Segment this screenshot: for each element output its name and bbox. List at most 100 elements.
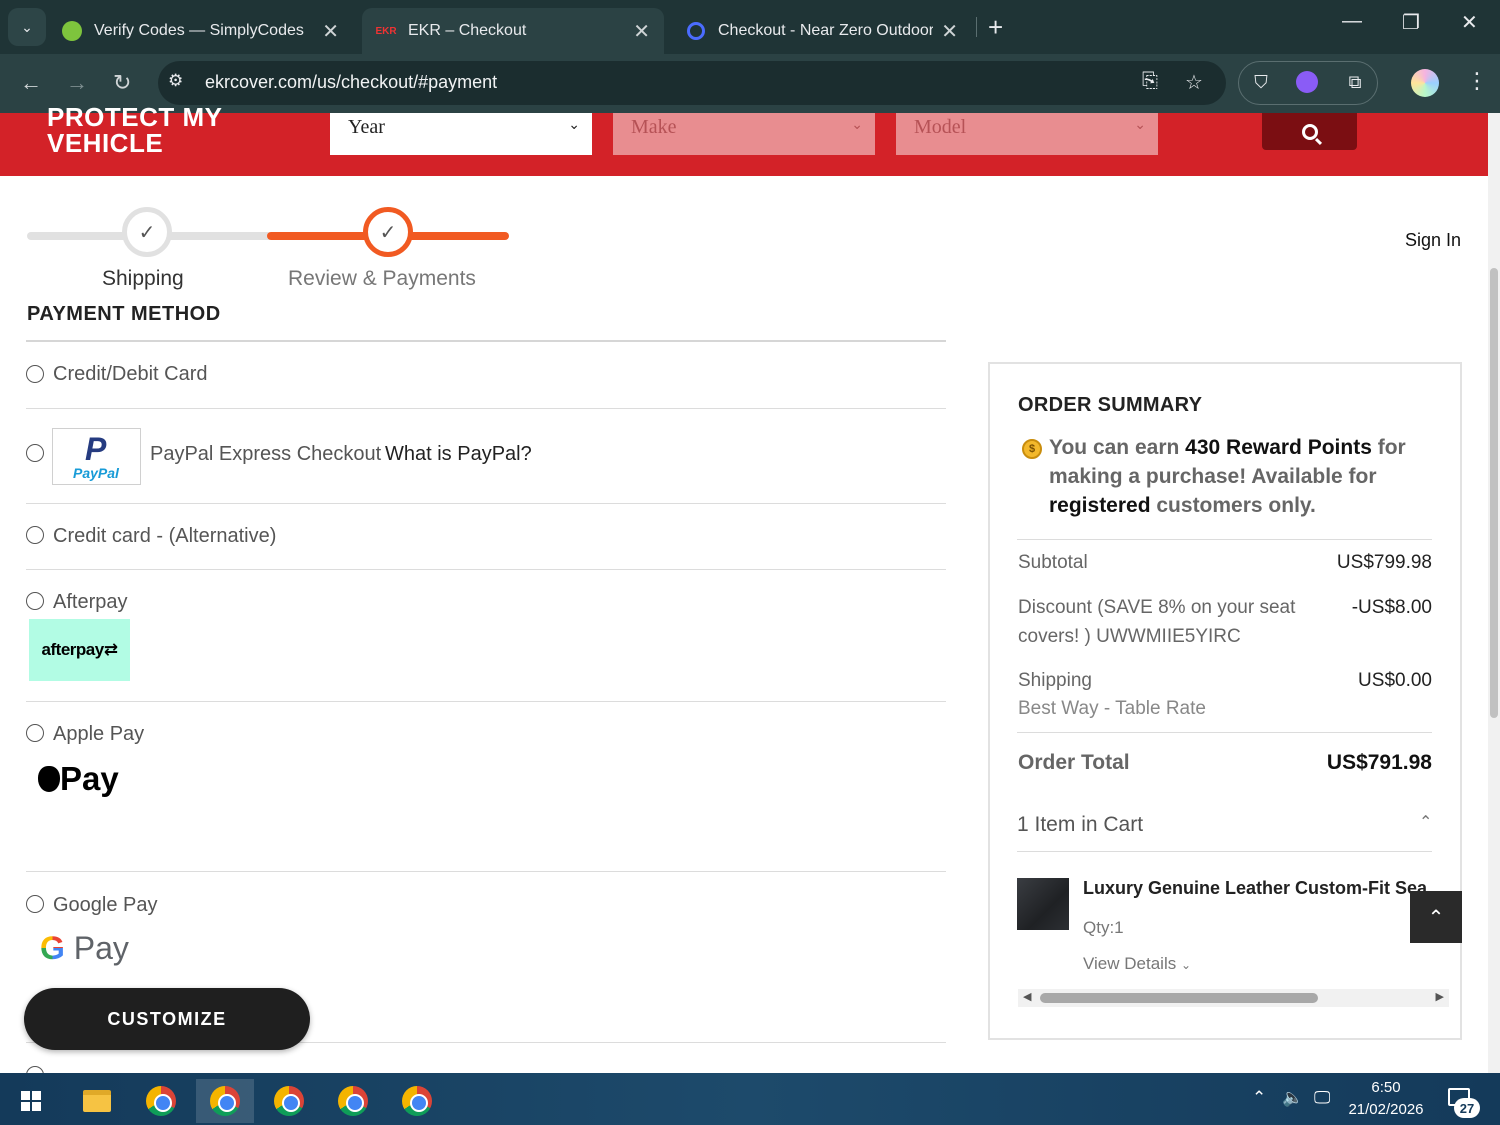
year-select[interactable]: Year ⌄ xyxy=(330,113,592,155)
paypal-p-mark: P xyxy=(85,431,107,467)
paypal-radio[interactable] xyxy=(26,444,44,462)
subtotal-value: US$799.98 xyxy=(1336,552,1432,573)
reload-icon[interactable]: ↻ xyxy=(113,70,131,96)
shipping-value: US$0.00 xyxy=(1358,670,1432,691)
credit-card-alt-label[interactable]: Credit card - (Alternative) xyxy=(53,525,276,548)
chrome-icon xyxy=(146,1086,176,1116)
afterpay-label[interactable]: Afterpay xyxy=(53,591,127,614)
site-info-icon[interactable]: ⚙ xyxy=(168,71,183,91)
restore-icon[interactable]: ❐ xyxy=(1402,10,1420,35)
chevron-down-icon: ⌄ xyxy=(1134,117,1146,133)
tab-search-button[interactable]: ⌄ xyxy=(8,8,46,46)
page-vertical-scrollbar[interactable] xyxy=(1488,113,1500,1073)
chrome-taskbar-button[interactable] xyxy=(324,1079,382,1123)
volume-icon[interactable]: 🔈 xyxy=(1282,1088,1303,1108)
close-tab-icon[interactable]: ✕ xyxy=(322,19,339,44)
tab-divider xyxy=(976,17,977,37)
order-summary-title: ORDER SUMMARY xyxy=(1018,394,1203,416)
close-tab-icon[interactable]: ✕ xyxy=(941,19,958,44)
scroll-right-arrow-icon[interactable]: ▶ xyxy=(1436,990,1444,1003)
chrome-taskbar-button[interactable] xyxy=(132,1079,190,1123)
network-icon[interactable]: 🖵 xyxy=(1314,1088,1330,1108)
sign-in-link[interactable]: Sign In xyxy=(1405,230,1461,251)
items-in-cart-toggle[interactable]: 1 Item in Cart xyxy=(1017,813,1143,837)
apple-pay-wordmark: Pay xyxy=(60,760,119,797)
scrollbar-thumb[interactable] xyxy=(1490,268,1498,718)
apple-pay-radio[interactable] xyxy=(26,724,44,742)
translate-icon[interactable]: ⎘ xyxy=(1142,70,1158,93)
divider xyxy=(26,503,946,504)
chrome-icon xyxy=(402,1086,432,1116)
clock-date: 21/02/2026 xyxy=(1348,1101,1424,1118)
product-thumbnail xyxy=(1017,878,1069,930)
credit-debit-label[interactable]: Credit/Debit Card xyxy=(53,363,208,386)
chevron-up-icon: ⌃ xyxy=(1427,906,1445,929)
file-explorer-button[interactable] xyxy=(68,1079,126,1123)
tab-simplycodes[interactable]: Verify Codes — SimplyCodes ✕ xyxy=(48,8,353,54)
divider xyxy=(26,871,946,872)
close-tab-icon[interactable]: ✕ xyxy=(633,19,650,44)
cart-horizontal-scrollbar[interactable]: ◀ ▶ xyxy=(1018,989,1449,1007)
afterpay-logo: afterpay⇄ xyxy=(29,619,130,681)
product-name-clip: Luxury Genuine Leather Custom-Fit Sea xyxy=(1083,870,1452,910)
purple-extension-icon[interactable] xyxy=(1294,69,1320,95)
url-text[interactable]: ekrcover.com/us/checkout/#payment xyxy=(205,72,497,93)
paypal-label[interactable]: PayPal Express Checkout xyxy=(150,443,381,466)
google-pay-label[interactable]: Google Pay xyxy=(53,894,158,917)
reward-coin-icon: $ xyxy=(1022,439,1042,459)
protect-my-vehicle-heading: PROTECT MY VEHICLE xyxy=(47,104,222,154)
back-icon[interactable]: ← xyxy=(20,70,42,96)
apple-pay-logo: Pay xyxy=(38,760,119,798)
system-clock[interactable]: 6:50 21/02/2026 xyxy=(1345,1077,1427,1121)
start-button[interactable] xyxy=(2,1079,60,1123)
apple-pay-label[interactable]: Apple Pay xyxy=(53,723,144,746)
subtotal-label: Subtotal xyxy=(1018,552,1088,573)
view-details-label: View Details xyxy=(1083,954,1177,973)
puzzle-extensions-icon[interactable]: ⧉ xyxy=(1342,69,1368,95)
credit-debit-radio[interactable] xyxy=(26,365,44,383)
step-shipping-label[interactable]: Shipping xyxy=(102,267,184,291)
tab-ekr-checkout[interactable]: EKR EKR – Checkout ✕ xyxy=(362,8,664,54)
chevron-down-icon: ⌄ xyxy=(851,117,863,133)
google-pay-radio[interactable] xyxy=(26,895,44,913)
divider xyxy=(26,408,946,409)
afterpay-radio[interactable] xyxy=(26,592,44,610)
chrome-icon xyxy=(274,1086,304,1116)
divider xyxy=(1017,851,1432,852)
back-to-top-button[interactable]: ⌃ xyxy=(1410,891,1462,943)
what-is-paypal-link[interactable]: What is PayPal? xyxy=(385,443,532,466)
simplycodes-favicon-icon xyxy=(62,21,82,41)
payment-method-heading: PAYMENT METHOD xyxy=(27,303,221,325)
chevron-up-icon[interactable]: ⌃ xyxy=(1419,812,1432,832)
new-tab-button[interactable]: + xyxy=(988,12,1003,43)
customize-button[interactable]: CUSTOMIZE xyxy=(24,988,310,1050)
divider xyxy=(26,701,946,702)
make-select-label: Make xyxy=(631,116,677,138)
minimize-icon[interactable]: — xyxy=(1342,10,1362,33)
scroll-left-arrow-icon[interactable]: ◀ xyxy=(1023,990,1031,1003)
make-select[interactable]: Make ⌄ xyxy=(613,113,875,155)
model-select[interactable]: Model ⌄ xyxy=(896,113,1158,155)
order-total-value: US$791.98 xyxy=(1326,751,1432,774)
tab-near-zero[interactable]: Checkout - Near Zero Outdoor ✕ xyxy=(672,8,972,54)
google-pay-wordmark: Pay xyxy=(73,930,129,966)
shipping-method: Best Way - Table Rate xyxy=(1018,698,1206,719)
chrome-taskbar-button[interactable] xyxy=(260,1079,318,1123)
show-hidden-icons[interactable]: ⌃ xyxy=(1252,1088,1266,1108)
chrome-icon xyxy=(338,1086,368,1116)
shield-extension-icon[interactable]: ⛉ xyxy=(1248,69,1274,95)
close-window-icon[interactable]: ✕ xyxy=(1461,10,1478,35)
shipping-label: Shipping xyxy=(1018,670,1092,691)
vehicle-search-button[interactable] xyxy=(1262,113,1357,150)
scrollbar-thumb[interactable] xyxy=(1040,993,1318,1003)
divider xyxy=(26,569,946,570)
view-details-toggle[interactable]: View Details ⌄ xyxy=(1083,954,1191,974)
profile-avatar[interactable] xyxy=(1411,69,1439,97)
chrome-taskbar-button-active[interactable] xyxy=(196,1079,254,1123)
credit-card-alt-radio[interactable] xyxy=(26,526,44,544)
bookmark-star-icon[interactable]: ☆ xyxy=(1185,70,1203,95)
browser-menu-icon[interactable]: ⋮ xyxy=(1466,68,1488,94)
chrome-taskbar-button[interactable] xyxy=(388,1079,446,1123)
paypal-wordmark: PayPal xyxy=(73,465,119,481)
forward-icon[interactable]: → xyxy=(66,70,88,96)
